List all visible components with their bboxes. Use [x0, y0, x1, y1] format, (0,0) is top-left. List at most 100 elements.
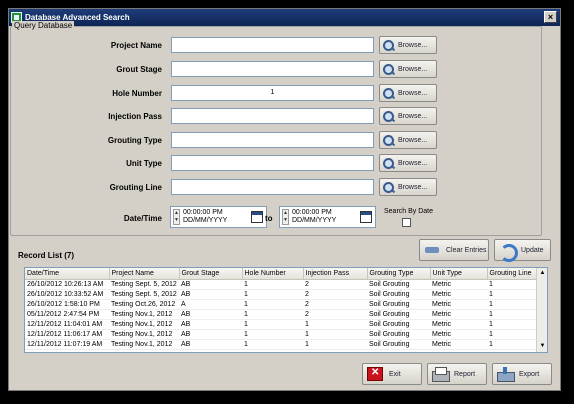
injection-pass-browse-button[interactable]: Browse... — [379, 107, 437, 125]
title-bar: Database Advanced Search × — [9, 9, 560, 26]
record-list-label: Record List (7) — [18, 251, 75, 260]
grout-stage-input[interactable] — [171, 61, 374, 77]
export-icon — [497, 367, 515, 382]
table-cell: 2 — [303, 279, 367, 290]
from-date-picker[interactable]: ▲ ▼ 00:00:00 PM DD/MM/YYYY — [170, 206, 267, 228]
table-cell: 1 — [487, 319, 537, 330]
calendar-icon[interactable] — [251, 211, 263, 223]
table-cell: Testing Oct.26, 2012 — [109, 299, 179, 310]
hole-number-input[interactable]: 1 — [171, 85, 374, 101]
clear-entries-button[interactable]: Clear Entries — [419, 239, 489, 261]
column-header[interactable]: Grout Stage — [179, 268, 243, 280]
column-header[interactable]: Project Name — [109, 268, 180, 280]
table-cell: Testing Nov.1, 2012 — [109, 339, 179, 350]
project-name-input[interactable] — [171, 37, 374, 53]
table-cell: 26/10/2012 10:33:52 AM — [25, 289, 109, 300]
close-button[interactable]: × — [544, 11, 557, 23]
table-cell: 12/11/2012 11:07:19 AM — [25, 339, 109, 350]
hole-number-browse-button[interactable]: Browse... — [379, 84, 437, 102]
table-row[interactable]: 12/11/2012 11:06:17 AM Testing Nov.1, 201… — [25, 329, 537, 340]
table-cell: Testing Sept. 5, 2012 — [109, 289, 179, 300]
report-button[interactable]: Report — [427, 363, 487, 385]
table-cell: Testing Nov.1, 2012 — [109, 309, 179, 320]
column-header[interactable]: Hole Number — [242, 268, 304, 280]
grout-stage-browse-button[interactable]: Browse... — [379, 60, 437, 78]
table-cell: 1 — [242, 319, 303, 330]
table-row[interactable]: 26/10/2012 10:33:52 AM Testing Sept. 5, 2… — [25, 289, 537, 300]
table-row[interactable]: 12/11/2012 11:04:01 AM Testing Nov.1, 201… — [25, 319, 537, 330]
scroll-down-icon[interactable]: ▼ — [538, 342, 547, 351]
column-header[interactable]: Grouting Type — [367, 268, 431, 280]
update-button[interactable]: Update — [494, 239, 551, 262]
unit-type-input[interactable] — [171, 155, 374, 171]
hole-number-label: Hole Number — [112, 89, 162, 98]
table-cell: 1 — [487, 339, 537, 350]
query-groupbox — [10, 26, 542, 236]
records-grid: Date/Time Project Name Grout Stage Hole … — [25, 268, 538, 350]
table-cell: 26/10/2012 10:26:13 AM — [25, 279, 109, 290]
table-cell: Metric — [430, 329, 487, 340]
grouting-type-browse-button[interactable]: Browse... — [379, 131, 437, 149]
table-row[interactable]: 05/11/2012 2:47:54 PM Testing Nov.1, 2012… — [25, 309, 537, 320]
table-cell: Soil Grouting — [367, 279, 430, 290]
column-header[interactable]: Grouting Line — [487, 268, 538, 280]
column-header[interactable]: Injection Pass — [303, 268, 368, 280]
table-row[interactable]: 12/11/2012 11:07:19 AM Testing Nov.1, 201… — [25, 339, 537, 350]
calendar-icon[interactable] — [360, 211, 372, 223]
export-button[interactable]: Export — [492, 363, 552, 385]
table-cell: Metric — [430, 279, 487, 290]
column-header[interactable]: Unit Type — [430, 268, 488, 280]
table-cell: 12/11/2012 11:04:01 AM — [25, 319, 109, 330]
table-cell: Testing Sept. 5, 2012 — [109, 279, 179, 290]
table-cell: A — [179, 299, 242, 310]
scroll-up-icon[interactable]: ▲ — [538, 269, 547, 278]
grouting-type-input[interactable] — [171, 132, 374, 148]
table-cell: 1 — [303, 319, 367, 330]
table-cell: AB — [179, 329, 242, 340]
table-cell: 1 — [242, 309, 303, 320]
to-date-value: DD/MM/YYYY — [292, 217, 337, 224]
table-cell: Soil Grouting — [367, 299, 430, 310]
printer-icon — [432, 367, 450, 382]
table-cell: 2 — [303, 309, 367, 320]
table-row[interactable]: 26/10/2012 1:58:10 PM Testing Oct.26, 201… — [25, 299, 537, 310]
from-date-value: DD/MM/YYYY — [183, 217, 228, 224]
refresh-icon — [499, 243, 518, 262]
unit-type-label: Unit Type — [126, 159, 162, 168]
to-label: to — [265, 214, 273, 223]
vertical-scrollbar[interactable]: ▲ ▼ — [536, 268, 547, 352]
from-time-spinner[interactable]: ▲ ▼ — [173, 209, 180, 225]
table-cell: 1 — [242, 279, 303, 290]
table-cell: 1 — [487, 309, 537, 320]
table-cell: Metric — [430, 319, 487, 330]
browse-label: Browse... — [398, 159, 428, 167]
grouting-line-input[interactable] — [171, 179, 374, 195]
table-cell: 1 — [487, 289, 537, 300]
export-label: Export — [519, 370, 540, 378]
table-cell: 1 — [242, 329, 303, 340]
unit-type-browse-button[interactable]: Browse... — [379, 154, 437, 172]
magnifier-icon — [382, 110, 395, 123]
table-cell: 1 — [487, 299, 537, 310]
exit-button[interactable]: Exit — [362, 363, 422, 385]
to-date-picker[interactable]: ▲ ▼ 00:00:00 PM DD/MM/YYYY — [279, 206, 376, 228]
grouting-line-browse-button[interactable]: Browse... — [379, 178, 437, 196]
exit-label: Exit — [389, 370, 401, 378]
project-name-browse-button[interactable]: Browse... — [379, 36, 437, 54]
table-cell: 12/11/2012 11:06:17 AM — [25, 329, 109, 340]
table-cell: 1 — [242, 299, 303, 310]
table-cell: Soil Grouting — [367, 319, 430, 330]
injection-pass-input[interactable] — [171, 108, 374, 124]
magnifier-icon — [382, 87, 395, 100]
browse-label: Browse... — [398, 112, 428, 120]
magnifier-icon — [382, 134, 395, 147]
table-row[interactable]: 26/10/2012 10:26:13 AM Testing Sept. 5, 2… — [25, 279, 537, 290]
table-cell: 26/10/2012 1:58:10 PM — [25, 299, 109, 310]
column-header[interactable]: Date/Time — [25, 268, 110, 280]
magnifier-icon — [382, 157, 395, 170]
table-cell: Metric — [430, 339, 487, 350]
to-time-spinner[interactable]: ▲ ▼ — [282, 209, 289, 225]
search-by-date-checkbox[interactable] — [402, 218, 411, 227]
browse-label: Browse... — [398, 41, 428, 49]
update-label: Update — [521, 246, 544, 254]
